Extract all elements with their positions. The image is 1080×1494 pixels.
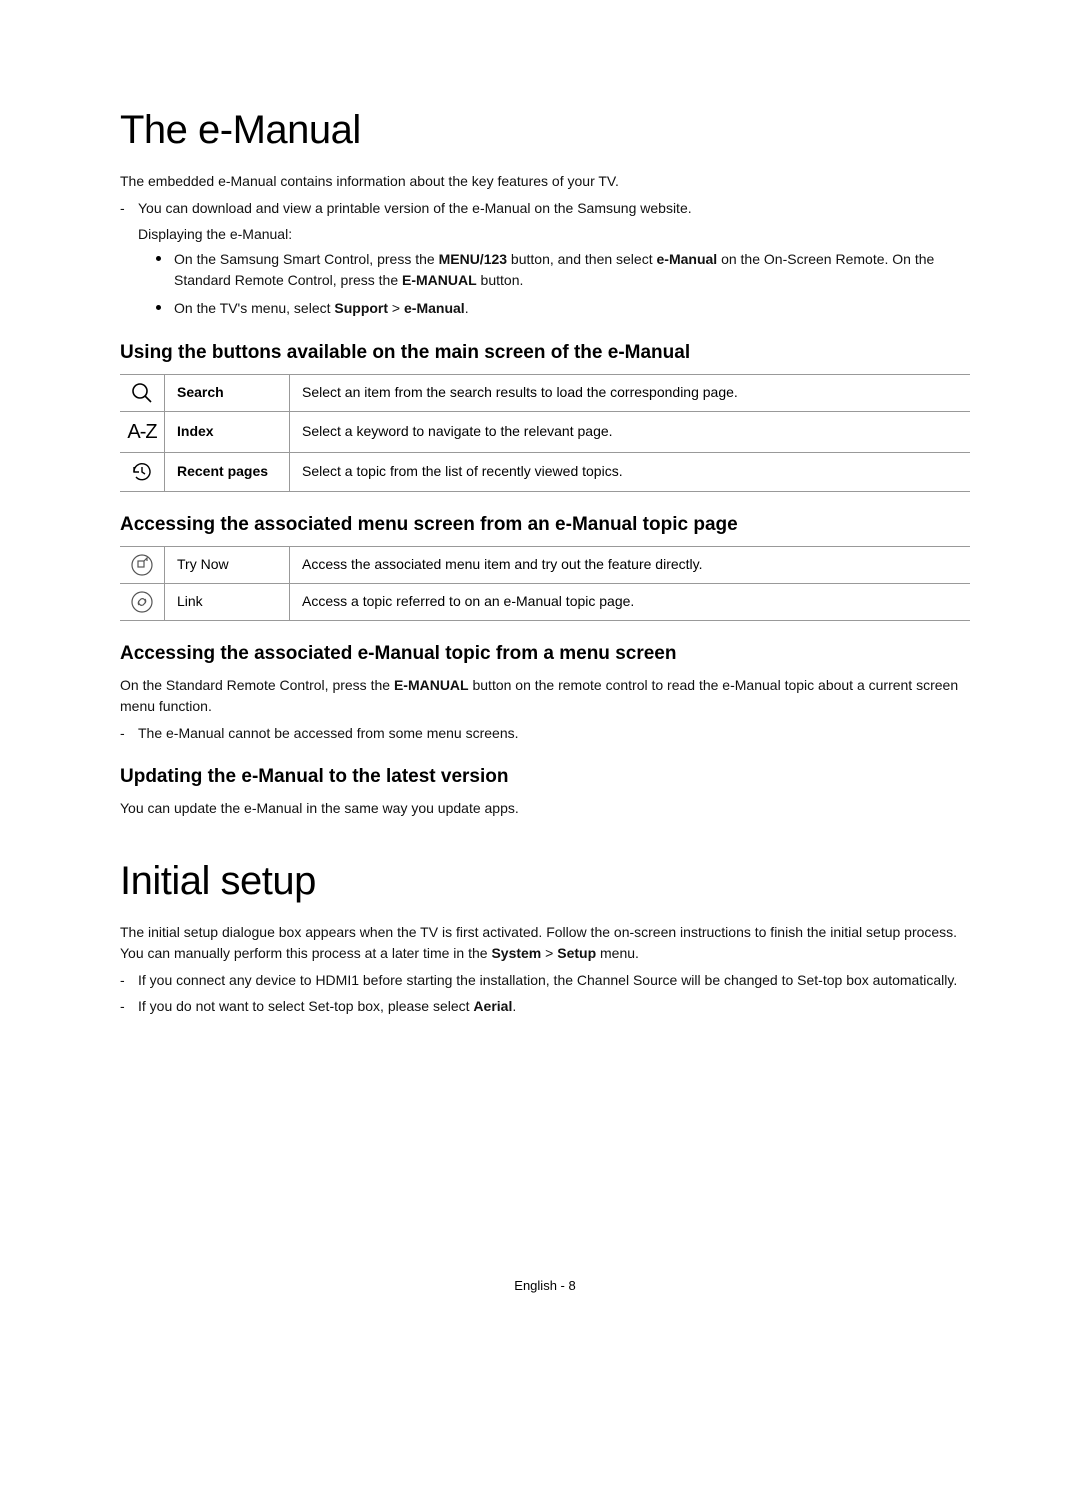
display-step-2: On the TV's menu, select Support > e-Man… — [156, 298, 970, 320]
row-desc: Select a topic from the list of recently… — [290, 452, 971, 491]
table-row: A-Z Index Select a keyword to navigate t… — [120, 411, 970, 452]
display-steps-list: On the Samsung Smart Control, press the … — [156, 249, 970, 320]
download-note-item: You can download and view a printable ve… — [120, 198, 970, 220]
row-desc: Access a topic referred to on an e-Manua… — [290, 583, 971, 620]
recent-pages-icon — [120, 452, 165, 491]
note-item: If you do not want to select Set-top box… — [120, 996, 970, 1018]
table-row: Recent pages Select a topic from the lis… — [120, 452, 970, 491]
subheading-associated-menu: Accessing the associated menu screen fro… — [120, 514, 970, 536]
table-main-buttons: Search Select an item from the search re… — [120, 374, 970, 492]
document-page: The e-Manual The embedded e-Manual conta… — [0, 0, 1080, 1293]
note-item: If you connect any device to HDMI1 befor… — [120, 970, 970, 992]
table-row: Link Access a topic referred to on an e-… — [120, 583, 970, 620]
row-label: Index — [165, 411, 290, 452]
heading-initial-setup: Initial setup — [120, 859, 970, 904]
row-desc: Select a keyword to navigate to the rele… — [290, 411, 971, 452]
row-desc: Access the associated menu item and try … — [290, 546, 971, 583]
page-footer: English - 8 — [120, 1278, 970, 1293]
table-topic-buttons: Try Now Access the associated menu item … — [120, 546, 970, 621]
subheading-from-menu: Accessing the associated e-Manual topic … — [120, 643, 970, 665]
heading-e-manual: The e-Manual — [120, 108, 970, 153]
table-row: Try Now Access the associated menu item … — [120, 546, 970, 583]
display-step-1: On the Samsung Smart Control, press the … — [156, 249, 970, 292]
row-label: Link — [165, 583, 290, 620]
row-label: Recent pages — [165, 452, 290, 491]
link-icon — [120, 583, 165, 620]
row-label: Try Now — [165, 546, 290, 583]
from-menu-note: The e-Manual cannot be accessed from som… — [120, 723, 970, 745]
try-now-icon — [120, 546, 165, 583]
row-label: Search — [165, 374, 290, 411]
intro-text: The embedded e-Manual contains informati… — [120, 171, 970, 192]
initial-setup-text: The initial setup dialogue box appears w… — [120, 922, 970, 964]
download-note-list: You can download and view a printable ve… — [120, 198, 970, 220]
index-icon: A-Z — [120, 411, 165, 452]
updating-text: You can update the e-Manual in the same … — [120, 798, 970, 819]
search-icon — [120, 374, 165, 411]
displaying-label: Displaying the e-Manual: — [138, 224, 970, 245]
row-desc: Select an item from the search results t… — [290, 374, 971, 411]
subheading-buttons-main: Using the buttons available on the main … — [120, 342, 970, 364]
from-menu-text: On the Standard Remote Control, press th… — [120, 675, 970, 717]
subheading-updating: Updating the e-Manual to the latest vers… — [120, 766, 970, 788]
table-row: Search Select an item from the search re… — [120, 374, 970, 411]
note-item: The e-Manual cannot be accessed from som… — [120, 723, 970, 745]
initial-setup-notes: If you connect any device to HDMI1 befor… — [120, 970, 970, 1017]
